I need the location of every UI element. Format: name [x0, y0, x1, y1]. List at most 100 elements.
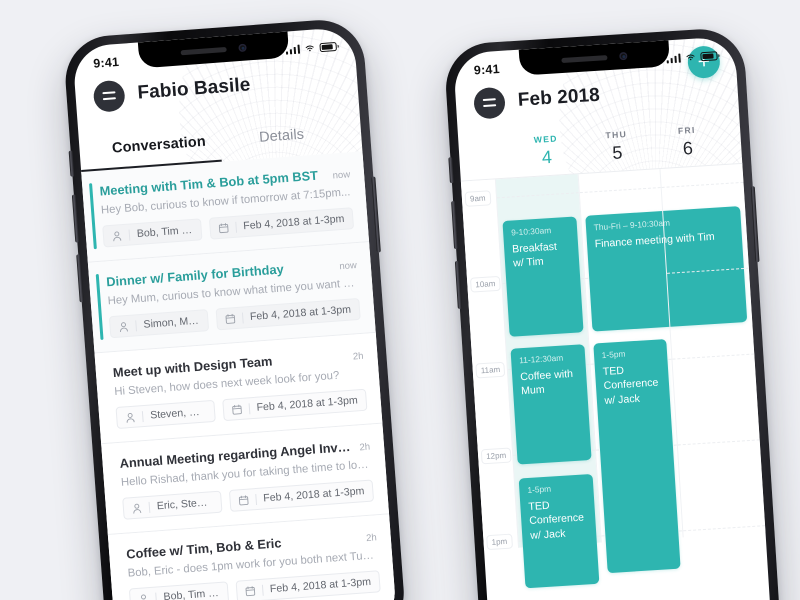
conversation-timestamp: 2h — [365, 532, 378, 545]
time-label: 11am — [475, 361, 506, 379]
time-label: 12pm — [480, 447, 512, 465]
conversation-timestamp: now — [332, 169, 351, 182]
silent-switch-right[interactable] — [448, 157, 454, 184]
calendar-event[interactable]: 1-5pm TED Conference w/ Jack — [592, 338, 681, 574]
participants-chip[interactable]: Simon, Marge... — [108, 309, 209, 339]
event-time: 9-10:30am — [510, 225, 552, 238]
chip-divider — [248, 402, 251, 414]
event-title: TED Conference w/ Jack — [528, 499, 585, 542]
date-label: Feb 4, 2018 at 1-3pm — [249, 303, 352, 324]
chip-divider — [148, 501, 151, 513]
conversation-list[interactable]: Meeting with Tim & Bob at 5pm BST now Hey … — [81, 151, 398, 600]
event-title: Breakfast w/ Tim — [511, 240, 558, 270]
participants-label: Steven, Cairo... — [149, 405, 207, 422]
volume-up-button-right[interactable] — [451, 200, 459, 250]
scene: 9:41 Fabio Basile Conversation Details M… — [0, 0, 800, 600]
day-name-thu: THU — [605, 129, 628, 141]
day-name-fri: FRI — [677, 124, 696, 136]
event-time: 1-5pm — [601, 348, 626, 361]
day-header-thu[interactable]: THU 5 — [581, 128, 654, 164]
volume-down-button-right[interactable] — [454, 260, 462, 310]
calendar-icon — [218, 222, 229, 233]
earpiece-speaker — [180, 46, 227, 55]
participants-chip[interactable]: Bob, Tim & Eric — [102, 218, 203, 248]
participants-label: Bob, Tim & Eric — [136, 224, 192, 241]
person-icon — [126, 412, 135, 423]
plus-icon: + — [696, 49, 711, 73]
calendar-icon — [225, 313, 235, 324]
phone-left-screen: 9:41 Fabio Basile Conversation Details M… — [72, 26, 398, 600]
day-name-wed: WED — [533, 133, 558, 145]
time-label: 1pm — [486, 533, 513, 551]
chip-divider — [241, 312, 244, 324]
event-title: TED Conference w/ Jack — [602, 364, 659, 407]
event-time: 11-12:30am — [518, 352, 564, 366]
day-num-wed: 4 — [541, 146, 553, 168]
volume-up-button[interactable] — [71, 194, 80, 243]
conversation-timestamp: 2h — [359, 441, 371, 454]
chip-divider — [141, 410, 144, 422]
chip-divider — [234, 221, 237, 233]
calendar-event[interactable]: 1-5pm TED Conference w/ Jack — [518, 473, 600, 589]
chip-divider — [261, 584, 264, 596]
power-button[interactable] — [371, 176, 381, 253]
time-label: 9am — [464, 190, 491, 207]
hour-gridline — [661, 181, 744, 188]
event-time: 1-5pm — [527, 483, 552, 496]
person-icon — [120, 321, 128, 332]
date-chip[interactable]: Feb 4, 2018 at 1-3pm — [221, 388, 368, 422]
date-chip[interactable]: Feb 4, 2018 at 1-3pm — [208, 207, 355, 240]
participants-chip[interactable]: Eric, Stephanie... — [122, 490, 223, 520]
calendar-grid[interactable]: 9am 10am 11am 12pm 1pm 9-10:30am Breakfast w/… — [460, 162, 766, 589]
power-button-right[interactable] — [750, 186, 760, 263]
conversation-timestamp: 2h — [352, 350, 364, 363]
participants-chip[interactable]: Steven, Cairo... — [115, 399, 216, 430]
chip-divider — [135, 319, 137, 332]
hour-gridline — [672, 353, 755, 360]
menu-equals-icon-right[interactable] — [473, 86, 506, 120]
day-num-thu: 5 — [611, 142, 624, 163]
person-icon — [133, 503, 142, 514]
date-chip[interactable]: Feb 4, 2018 at 1-3pm — [215, 298, 361, 331]
date-chip[interactable]: Feb 4, 2018 at 1-3pm — [228, 479, 375, 513]
phone-left: 9:41 Fabio Basile Conversation Details M… — [62, 17, 408, 600]
day-num-fri: 6 — [682, 137, 694, 159]
date-label: Feb 4, 2018 at 1-3pm — [262, 485, 365, 505]
participants-chip[interactable]: Bob, Tim & Eric — [128, 581, 229, 600]
person-icon — [113, 231, 122, 241]
hour-gridline — [683, 525, 766, 532]
chip-divider — [254, 493, 257, 505]
hour-gridline — [579, 187, 662, 194]
calendar-icon — [231, 404, 242, 415]
calendar-icon — [238, 495, 249, 506]
silent-switch[interactable] — [68, 150, 75, 177]
calendar-month-title: Feb 2018 — [517, 84, 601, 111]
day-header-wed[interactable]: WED 4 — [510, 132, 583, 168]
participants-label: Bob, Tim & Eric — [163, 587, 219, 600]
page-title: Fabio Basile — [136, 74, 252, 104]
phone-right: 9:41 + Feb 2018 WED 4 THU 5 FRI 6 9am 10… — [443, 26, 782, 600]
calendar-icon — [245, 585, 255, 596]
conversation-timestamp: now — [339, 260, 358, 273]
header-row: Fabio Basile — [92, 60, 340, 116]
calendar-event[interactable]: 9-10:30am Breakfast w/ Tim — [502, 216, 584, 337]
date-chip[interactable]: Feb 4, 2018 at 1-3pm — [235, 570, 381, 600]
volume-down-button[interactable] — [76, 254, 84, 303]
hour-gridline — [667, 267, 749, 274]
chip-divider — [128, 229, 131, 241]
date-label: Feb 4, 2018 at 1-3pm — [256, 394, 359, 414]
phone-right-screen: 9:41 + Feb 2018 WED 4 THU 5 FRI 6 9am 10… — [452, 36, 773, 600]
participants-label: Eric, Stephanie... — [156, 496, 213, 513]
hour-gridline — [678, 439, 760, 446]
event-title: Coffee with Mum — [519, 368, 574, 398]
chip-divider — [155, 592, 157, 600]
calendar-event[interactable]: 11-12:30am Coffee with Mum — [510, 344, 592, 465]
day-header-fri[interactable]: FRI 6 — [651, 123, 724, 159]
menu-equals-icon[interactable] — [92, 79, 126, 113]
date-label: Feb 4, 2018 at 1-3pm — [242, 213, 345, 233]
front-camera-icon — [238, 43, 247, 53]
person-icon — [139, 594, 148, 600]
earpiece-speaker-right — [561, 54, 608, 63]
time-label: 10am — [469, 275, 501, 293]
calendar-columns[interactable]: 9-10:30am Breakfast w/ Tim 11-12:30am Coffe… — [494, 163, 766, 589]
